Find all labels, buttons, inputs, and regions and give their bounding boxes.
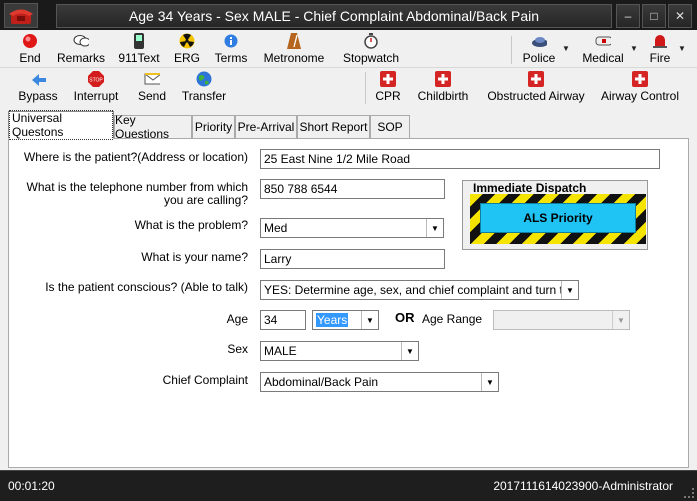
tab-pre-arrival[interactable]: Pre-Arrival <box>235 115 297 138</box>
tab-short-report[interactable]: Short Report <box>297 115 370 138</box>
maximize-button[interactable]: □ <box>642 4 666 28</box>
airway-control-button[interactable]: Airway Control <box>598 68 682 108</box>
or-label: OR <box>395 310 415 325</box>
fire-siren-icon <box>652 33 668 49</box>
metronome-icon <box>286 33 302 49</box>
childbirth-button[interactable]: Childbirth <box>414 68 472 108</box>
svg-text:STOP: STOP <box>89 78 103 84</box>
send-envelope-icon <box>144 71 160 87</box>
airway-control-medical-icon <box>632 71 648 87</box>
chevron-down-icon: ▼ <box>361 311 378 329</box>
app-phone-icon[interactable] <box>4 3 38 28</box>
chief-complaint-label: Chief Complaint <box>162 373 248 387</box>
cpr-button[interactable]: CPR <box>374 68 402 108</box>
chief-complaint-select[interactable]: Abdominal/Back Pain ▼ <box>260 372 499 392</box>
childbirth-medical-icon <box>435 71 451 87</box>
problem-select[interactable]: Med ▼ <box>260 218 444 238</box>
phone-input[interactable]: 850 788 6544 <box>260 179 445 199</box>
cpr-medical-icon <box>380 71 396 87</box>
police-button[interactable]: Police <box>517 30 561 67</box>
obstructed-airway-button[interactable]: Obstructed Airway <box>484 68 588 108</box>
end-icon <box>22 33 38 49</box>
close-button[interactable]: ✕ <box>668 4 692 28</box>
end-button[interactable]: End <box>10 30 50 67</box>
erg-button[interactable]: ERG <box>170 30 204 67</box>
phone-label-line2: you are calling? <box>163 193 248 207</box>
radiation-icon <box>179 33 195 49</box>
chevron-down-icon: ▼ <box>612 311 629 329</box>
window-title: Age 34 Years - Sex MALE - Chief Complain… <box>56 4 612 28</box>
problem-label: What is the problem? <box>134 218 248 232</box>
location-input[interactable]: 25 East Nine 1/2 Mile Road <box>260 149 660 169</box>
caller-name-input[interactable]: Larry <box>260 249 445 269</box>
immediate-dispatch-title: Immediate Dispatch <box>473 181 587 195</box>
toolbar-separator <box>365 72 366 104</box>
911text-button[interactable]: 911Text <box>115 30 163 67</box>
transfer-button[interactable]: Transfer <box>180 68 228 108</box>
fire-button[interactable]: Fire <box>644 30 676 67</box>
metronome-button[interactable]: Metronome <box>260 30 328 67</box>
tab-key-questions[interactable]: Key Questions <box>114 113 192 141</box>
fire-dropdown-icon[interactable]: ▼ <box>678 44 686 53</box>
bypass-button[interactable]: Bypass <box>16 68 60 108</box>
resize-grip-icon[interactable] <box>684 488 694 498</box>
remarks-button[interactable]: Remarks <box>55 30 107 67</box>
medical-dropdown-icon[interactable]: ▼ <box>630 44 638 53</box>
conscious-label: Is the patient conscious? (Able to talk) <box>45 280 248 294</box>
main-toolbar: End Remarks 911Text ERG Terms Metronome … <box>0 30 697 68</box>
location-label: Where is the patient?(Address or locatio… <box>23 150 248 164</box>
title-bar: Age 34 Years - Sex MALE - Chief Complain… <box>0 0 697 30</box>
info-icon <box>223 33 239 49</box>
bypass-arrow-icon <box>30 71 46 87</box>
name-label: What is your name? <box>141 250 248 264</box>
chevron-down-icon: ▼ <box>481 373 498 391</box>
als-priority-button[interactable]: ALS Priority <box>480 203 636 233</box>
tab-priority[interactable]: Priority <box>192 115 235 138</box>
minimize-button[interactable]: – <box>616 4 640 28</box>
age-input[interactable]: 34 <box>260 310 306 330</box>
interrupt-button[interactable]: STOP Interrupt <box>70 68 122 108</box>
session-id: 2017111614023900-Administrator <box>493 479 673 493</box>
terms-button[interactable]: Terms <box>210 30 252 67</box>
tab-sop[interactable]: SOP <box>370 115 410 138</box>
send-button[interactable]: Send <box>134 68 170 108</box>
sex-label: Sex <box>227 342 248 356</box>
action-toolbar: Bypass STOP Interrupt Send Transfer CPR … <box>0 68 697 108</box>
age-unit-select[interactable]: Years ▼ <box>312 310 379 330</box>
sex-select[interactable]: MALE ▼ <box>260 341 419 361</box>
remarks-icon <box>73 33 89 49</box>
mobile-phone-icon <box>131 33 147 49</box>
stopwatch-icon <box>363 33 379 49</box>
chevron-down-icon: ▼ <box>561 281 578 299</box>
age-label: Age <box>226 312 248 326</box>
stop-sign-icon: STOP <box>88 71 104 87</box>
call-timer: 00:01:20 <box>8 479 55 493</box>
police-car-icon <box>531 33 547 49</box>
status-bar: 00:01:20 2017111614023900-Administrator <box>0 470 697 501</box>
age-range-label: Age Range <box>422 312 483 326</box>
police-dropdown-icon[interactable]: ▼ <box>562 44 570 53</box>
ambulance-icon <box>595 33 611 49</box>
phone-label-line1: What is the telephone number from which <box>26 180 248 194</box>
toolbar-separator <box>511 36 512 64</box>
medical-button[interactable]: Medical <box>578 30 628 67</box>
tab-universal-questions[interactable]: Universal Questons <box>8 110 114 140</box>
globe-icon <box>196 71 212 87</box>
stopwatch-button[interactable]: Stopwatch <box>338 30 404 67</box>
conscious-select[interactable]: YES: Determine age, sex, and chief compl… <box>260 280 579 300</box>
age-range-select: ▼ <box>493 310 630 330</box>
chevron-down-icon: ▼ <box>401 342 418 360</box>
obstructed-airway-medical-icon <box>528 71 544 87</box>
chevron-down-icon: ▼ <box>426 219 443 237</box>
